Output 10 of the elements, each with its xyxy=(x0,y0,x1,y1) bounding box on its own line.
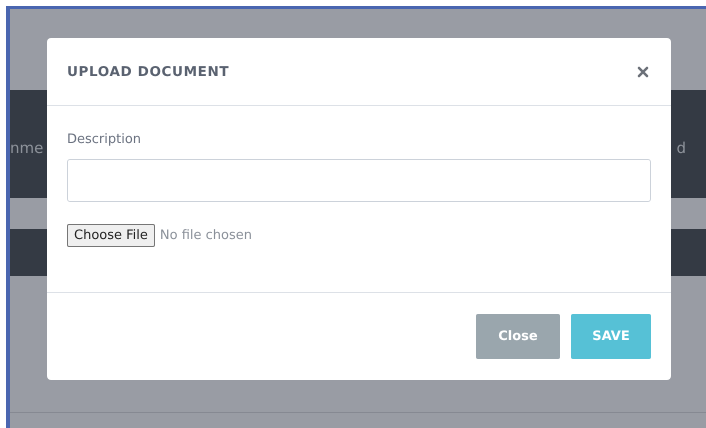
column-header: d xyxy=(676,139,686,157)
column-header: nme xyxy=(10,139,44,157)
close-button[interactable]: Close xyxy=(476,314,560,359)
choose-file-button[interactable]: Choose File xyxy=(67,224,155,247)
close-icon[interactable] xyxy=(637,66,649,78)
dialog-title: UPLOAD DOCUMENT xyxy=(67,64,230,80)
file-status: No file chosen xyxy=(160,228,252,243)
description-field[interactable] xyxy=(67,159,651,202)
save-button[interactable]: SAVE xyxy=(571,314,651,359)
field-label: Description xyxy=(67,132,142,147)
